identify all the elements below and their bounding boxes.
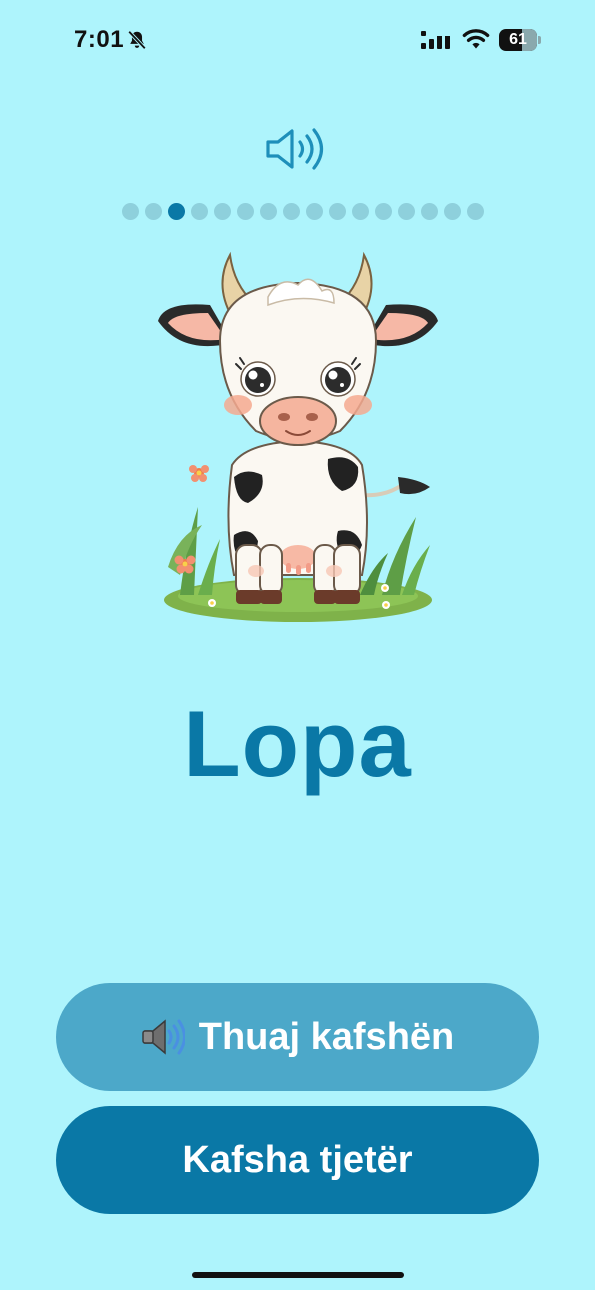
progress-dot: [329, 203, 346, 220]
flower-left-top: [189, 465, 209, 482]
speaker-icon[interactable]: [264, 126, 330, 172]
say-animal-button[interactable]: Thuaj kafshën: [56, 983, 539, 1091]
progress-dot: [306, 203, 323, 220]
next-animal-button[interactable]: Kafsha tjetër: [56, 1106, 539, 1214]
progress-dot: [260, 203, 277, 220]
progress-dot: [421, 203, 438, 220]
next-animal-label: Kafsha tjetër: [182, 1138, 413, 1181]
status-time: 7:01: [74, 26, 125, 53]
progress-dot: [398, 203, 415, 220]
progress-dot: [375, 203, 392, 220]
progress-dot-active: [168, 203, 185, 220]
cow-illustration: [158, 251, 438, 622]
wifi-icon: [462, 29, 490, 49]
progress-dot: [214, 203, 231, 220]
progress-dot: [145, 203, 162, 220]
progress-dot: [444, 203, 461, 220]
progress-dot: [237, 203, 254, 220]
animal-name: Lopa: [183, 691, 412, 796]
signal-icon: [421, 31, 453, 49]
battery-percent: 61: [509, 31, 527, 48]
bell-off-icon: [127, 30, 147, 50]
progress-dot: [283, 203, 300, 220]
home-indicator[interactable]: [192, 1272, 404, 1278]
progress-dot: [352, 203, 369, 220]
battery-icon: 61: [499, 29, 543, 51]
status-bar: 7:01 61: [0, 0, 595, 80]
progress-dots: [122, 203, 484, 220]
progress-dot: [467, 203, 484, 220]
say-animal-label: Thuaj kafshën: [198, 1015, 455, 1058]
progress-dot: [122, 203, 139, 220]
speaker-emoji-icon: [142, 1019, 185, 1055]
progress-dot: [191, 203, 208, 220]
